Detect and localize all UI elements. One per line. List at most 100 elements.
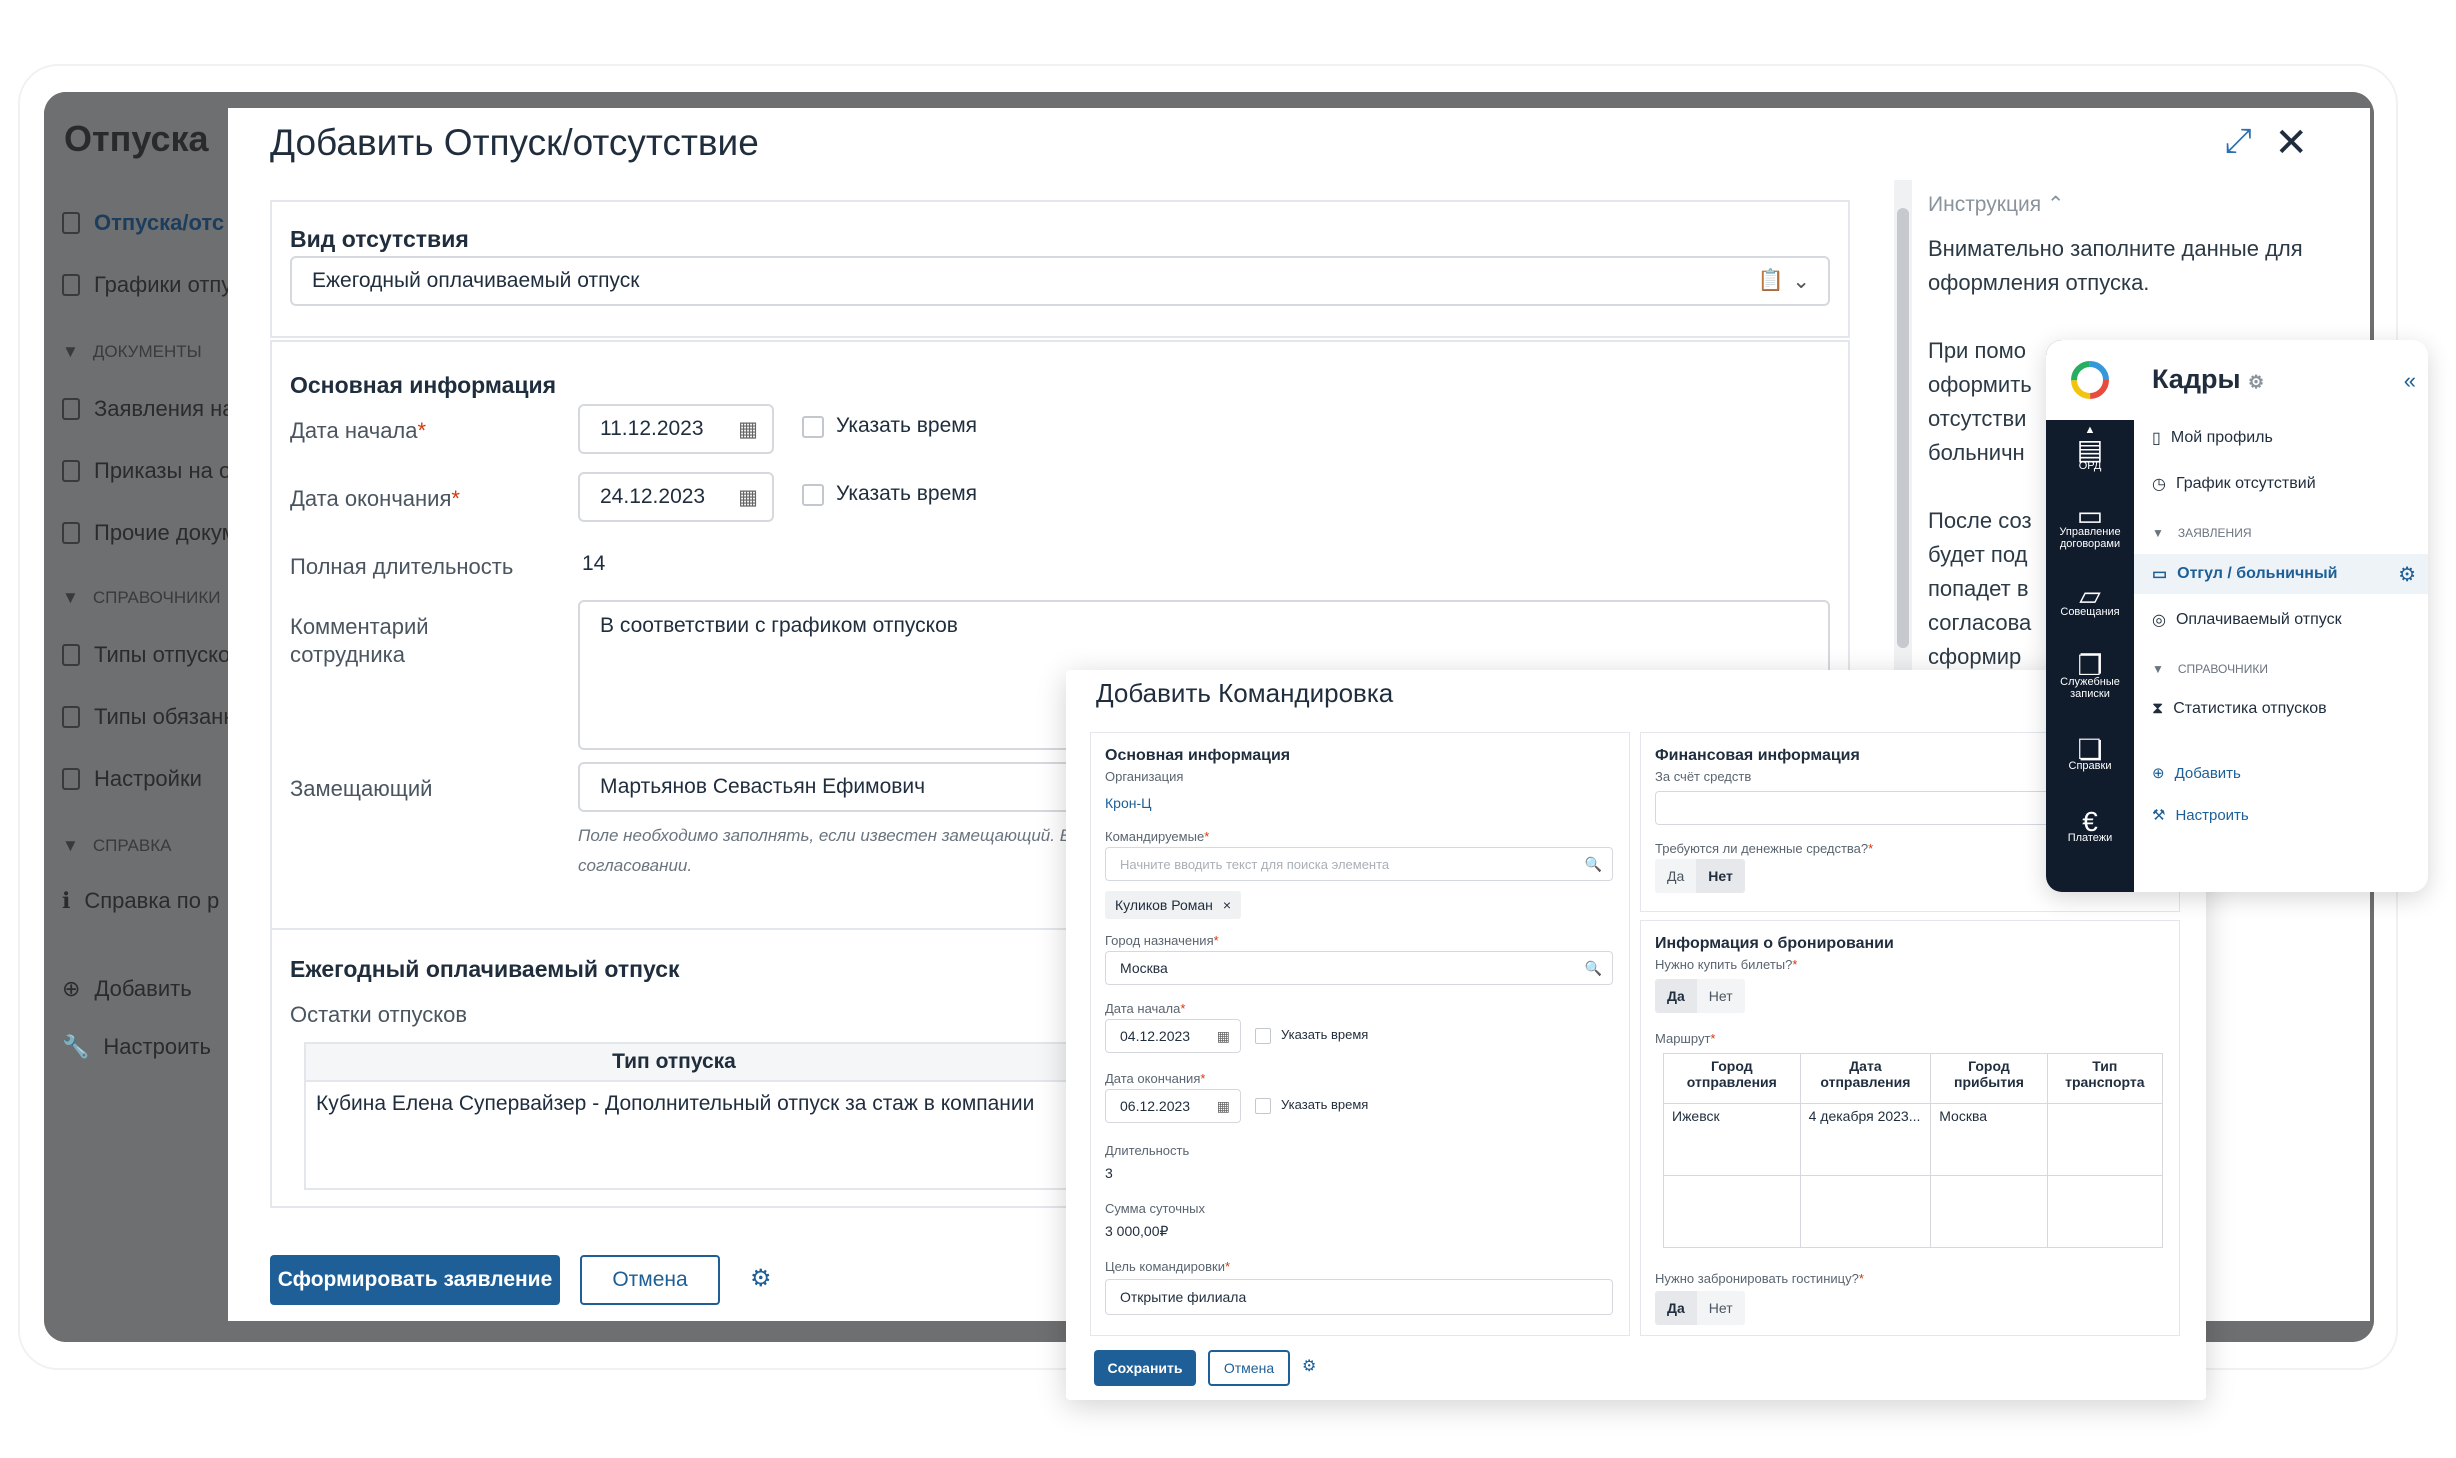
menu-item-paid-vacation[interactable]: ◎ Оплачиваемый отпуск (2152, 610, 2342, 630)
rail-item-payments[interactable]: € Платежи (2046, 808, 2134, 845)
trip-start-label: Дата начала* (1105, 1001, 1186, 1016)
menu-section-applications[interactable]: ▼ ЗАЯВЛЕНИЯ (2152, 526, 2252, 540)
bg-nav-item-help[interactable]: ℹ Справка по р (62, 888, 219, 914)
bg-nav-item-schedules[interactable]: Графики отпу (62, 272, 232, 298)
absence-type-select[interactable]: Ежегодный оплачиваемый отпуск 📋 ⌄ (290, 256, 1830, 306)
money-yes[interactable]: Да (1655, 859, 1697, 893)
bg-nav-item-vacations[interactable]: Отпуска/отс (62, 210, 224, 236)
tickets-yes[interactable]: Да (1655, 979, 1697, 1013)
menu-item-stats[interactable]: ⧗ Статистика отпусков (2152, 700, 2327, 718)
money-no[interactable]: Нет (1696, 859, 1745, 893)
tickets-no[interactable]: Нет (1696, 979, 1745, 1013)
bg-nav-item-applications[interactable]: Заявления на (62, 396, 235, 422)
bg-nav-section-refs[interactable]: ▼ СПРАВОЧНИКИ (62, 588, 220, 608)
bg-nav-item-duty-types[interactable]: Типы обязанн (62, 704, 236, 730)
end-time-checkbox[interactable] (802, 484, 824, 506)
hotel-yes[interactable]: Да (1655, 1291, 1697, 1325)
travelers-search-input[interactable]: Начните вводить текст для поиска элемент… (1105, 847, 1613, 881)
rail-item-ord[interactable]: ▤ ОРД (2046, 436, 2134, 473)
close-icon[interactable]: ✕ (2274, 120, 2308, 166)
trip-end-time-checkbox[interactable] (1255, 1098, 1271, 1114)
collapse-icon[interactable]: « (2404, 368, 2416, 394)
clipboard-icon[interactable]: 📋 (1758, 269, 1784, 293)
purpose-label: Цель командировки* (1105, 1259, 1231, 1274)
route-row-empty[interactable] (1663, 1175, 2164, 1248)
bg-nav-section-help[interactable]: ▼ СПРАВКА (62, 836, 171, 856)
search-icon[interactable]: 🔍 (1585, 856, 1602, 873)
money-label: Требуются ли денежные средства?* (1655, 841, 1874, 856)
daily-value: 3 000,00₽ (1105, 1223, 1169, 1239)
purpose-input[interactable]: Открытие филиала (1105, 1279, 1613, 1315)
hr-sidebar: ▲ ▤ ОРД ▭ Управление договорами ▱ Совещания… (2046, 340, 2428, 892)
substitute-hint-2: согласовании. (578, 856, 693, 875)
menu-configure[interactable]: ⚒ Настроить (2152, 806, 2249, 825)
chevron-down-icon[interactable]: ⌄ (1792, 269, 1810, 294)
org-link[interactable]: Крон-Ц (1105, 795, 1151, 811)
submit-button[interactable]: Сформировать заявление (270, 1255, 560, 1305)
menu-item-sick-leave[interactable]: ▭ Отгул / больничный (2152, 564, 2337, 584)
calendar-icon[interactable]: ▦ (1217, 1098, 1230, 1115)
end-date-field[interactable]: 24.12.2023 ▦ (578, 472, 774, 522)
gear-icon[interactable]: ⚙ (750, 1264, 772, 1293)
caret-down-icon: ▼ (62, 836, 79, 855)
search-icon[interactable]: 🔍 (1585, 960, 1602, 977)
app-logo[interactable] (2046, 340, 2134, 420)
calendar-icon[interactable]: ▦ (738, 417, 758, 442)
scrollbar-thumb[interactable] (1897, 208, 1909, 648)
trip-start-time-checkbox[interactable] (1255, 1028, 1271, 1044)
trip-save-button[interactable]: Сохранить (1094, 1350, 1196, 1386)
bg-nav-item-vacation-types[interactable]: Типы отпуско (62, 642, 230, 668)
document-icon (62, 398, 80, 420)
travelers-label: Командируемые* (1105, 829, 1210, 844)
bg-nav-add[interactable]: ⊕ Добавить (62, 976, 192, 1002)
remove-icon[interactable]: × (1223, 897, 1231, 913)
route-row[interactable]: Ижевск 4 декабря 2023... Москва (1663, 1103, 2164, 1176)
money-toggle: Да Нет (1655, 859, 1745, 893)
copy-icon: ❐ (2077, 650, 2103, 681)
trip-cancel-button[interactable]: Отмена (1208, 1350, 1290, 1386)
start-date-label: Дата начала* (290, 418, 427, 443)
rail-item-memos[interactable]: ❐ Служебные записки (2046, 650, 2134, 701)
menu-add[interactable]: ⊕ Добавить (2152, 764, 2241, 783)
gear-icon[interactable]: ⚙ (1302, 1356, 1316, 1376)
city-input[interactable]: Москва 🔍 (1105, 951, 1613, 985)
hotel-no[interactable]: Нет (1696, 1291, 1745, 1325)
bg-nav-item-other-docs[interactable]: Прочие докум (62, 520, 237, 546)
menu-section-refs[interactable]: ▼ СПРАВОЧНИКИ (2152, 662, 2268, 676)
cancel-button[interactable]: Отмена (580, 1255, 720, 1305)
hotel-toggle: Да Нет (1655, 1291, 1745, 1325)
instruction-toggle[interactable]: Инструкция ⌃ (1928, 188, 2338, 222)
scrollbar[interactable] (1894, 180, 1912, 670)
hr-menu: Кадры ⚙ « ▯ Мой профиль ◷ График отсутстви… (2134, 340, 2428, 892)
calendar-icon[interactable]: ▦ (1217, 1028, 1230, 1045)
calendar-icon (62, 274, 80, 296)
start-time-checkbox[interactable] (802, 416, 824, 438)
tickets-toggle: Да Нет (1655, 979, 1745, 1013)
rail-item-certificates[interactable]: ❏ Справки (2046, 736, 2134, 773)
menu-item-absence-chart[interactable]: ◷ График отсутствий (2152, 474, 2316, 494)
trip-end-field[interactable]: 06.12.2023 ▦ (1105, 1089, 1241, 1123)
calendar-icon[interactable]: ▦ (738, 485, 758, 510)
caret-down-icon: ▼ (2152, 526, 2164, 540)
trip-main-card: Основная информация Организация Крон-Ц К… (1090, 732, 1630, 1336)
rail-item-contracts[interactable]: ▭ Управление договорами (2046, 500, 2134, 551)
absence-type-card: Вид отсутствия Ежегодный оплачиваемый от… (270, 200, 1850, 338)
bg-nav-section-docs[interactable]: ▼ ДОКУМЕНТЫ (62, 342, 202, 362)
trip-start-field[interactable]: 04.12.2023 ▦ (1105, 1019, 1241, 1053)
menu-item-profile[interactable]: ▯ Мой профиль (2152, 428, 2273, 448)
rail-item-meetings[interactable]: ▱ Совещания (2046, 582, 2134, 619)
route-col-from: Город отправления (1663, 1053, 1801, 1104)
bg-nav-item-settings[interactable]: Настройки (62, 766, 202, 792)
gear-icon[interactable]: ⚙ (2248, 372, 2264, 392)
bg-nav-configure[interactable]: 🔧 Настроить (62, 1034, 211, 1060)
route-table: Город отправления Дата отправления Город… (1663, 1053, 2164, 1248)
gear-icon[interactable]: ⚙ (2398, 562, 2416, 587)
route-col-to: Город прибытия (1930, 1053, 2048, 1104)
expand-icon[interactable]: ⤢ (2225, 122, 2252, 161)
route-col-transport: Тип транспорта (2046, 1053, 2164, 1104)
bg-nav-item-orders[interactable]: Приказы на о (62, 458, 231, 484)
start-date-field[interactable]: 11.12.2023 ▦ (578, 404, 774, 454)
business-trip-modal: Добавить Командировка Основная информаци… (1066, 670, 2206, 1400)
briefcase-icon: ▭ (2076, 500, 2104, 531)
cube-icon (62, 768, 80, 790)
